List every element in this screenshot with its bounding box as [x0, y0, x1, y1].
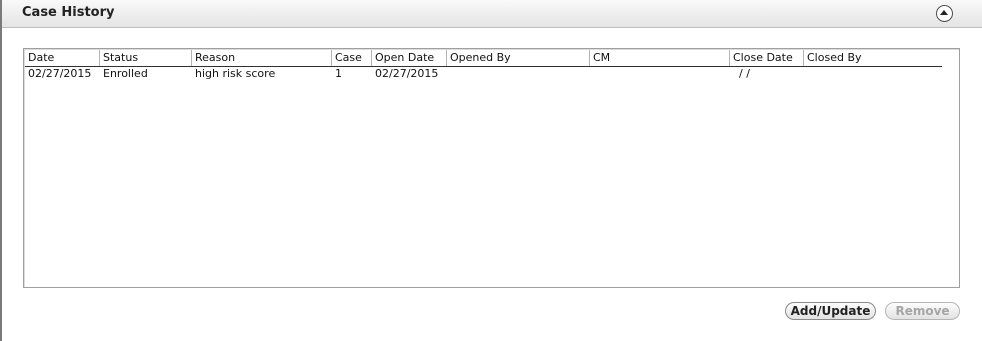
case-history-table: Date Status Reason Case Open Date Opened…: [23, 48, 960, 288]
table-row[interactable]: 02/27/2015 Enrolled high risk score 1 02…: [25, 67, 942, 81]
cell-opened-by: [447, 67, 590, 81]
column-header-reason[interactable]: Reason: [192, 50, 332, 66]
column-header-close-date[interactable]: Close Date: [730, 50, 804, 66]
column-header-cm[interactable]: CM: [590, 50, 730, 66]
cell-cm: [590, 67, 730, 81]
column-header-date[interactable]: Date: [25, 50, 100, 66]
panel-left-border: [0, 0, 2, 341]
column-header-open-date[interactable]: Open Date: [372, 50, 447, 66]
section-header: Case History: [2, 0, 982, 28]
case-history-panel: Case History Date Status Reason Case Ope…: [0, 0, 982, 341]
add-update-button[interactable]: Add/Update: [785, 302, 876, 320]
table-header: Date Status Reason Case Open Date Opened…: [25, 50, 942, 67]
cell-case: 1: [335, 67, 342, 80]
column-header-status[interactable]: Status: [100, 50, 192, 66]
cell-date: 02/27/2015: [28, 67, 92, 80]
cell-close-date: / /: [739, 67, 750, 80]
cell-closed-by: [804, 67, 942, 81]
column-header-case[interactable]: Case: [332, 50, 372, 66]
cell-reason: high risk score: [195, 67, 276, 80]
section-title: Case History: [22, 5, 115, 20]
table-body: 02/27/2015 Enrolled high risk score 1 02…: [25, 67, 942, 81]
collapse-up-icon[interactable]: [936, 5, 953, 22]
remove-button[interactable]: Remove: [885, 302, 960, 320]
column-header-closed-by[interactable]: Closed By: [804, 50, 942, 66]
cell-status: Enrolled: [103, 67, 148, 80]
column-header-opened-by[interactable]: Opened By: [447, 50, 590, 66]
cell-open-date: 02/27/2015: [375, 67, 439, 80]
